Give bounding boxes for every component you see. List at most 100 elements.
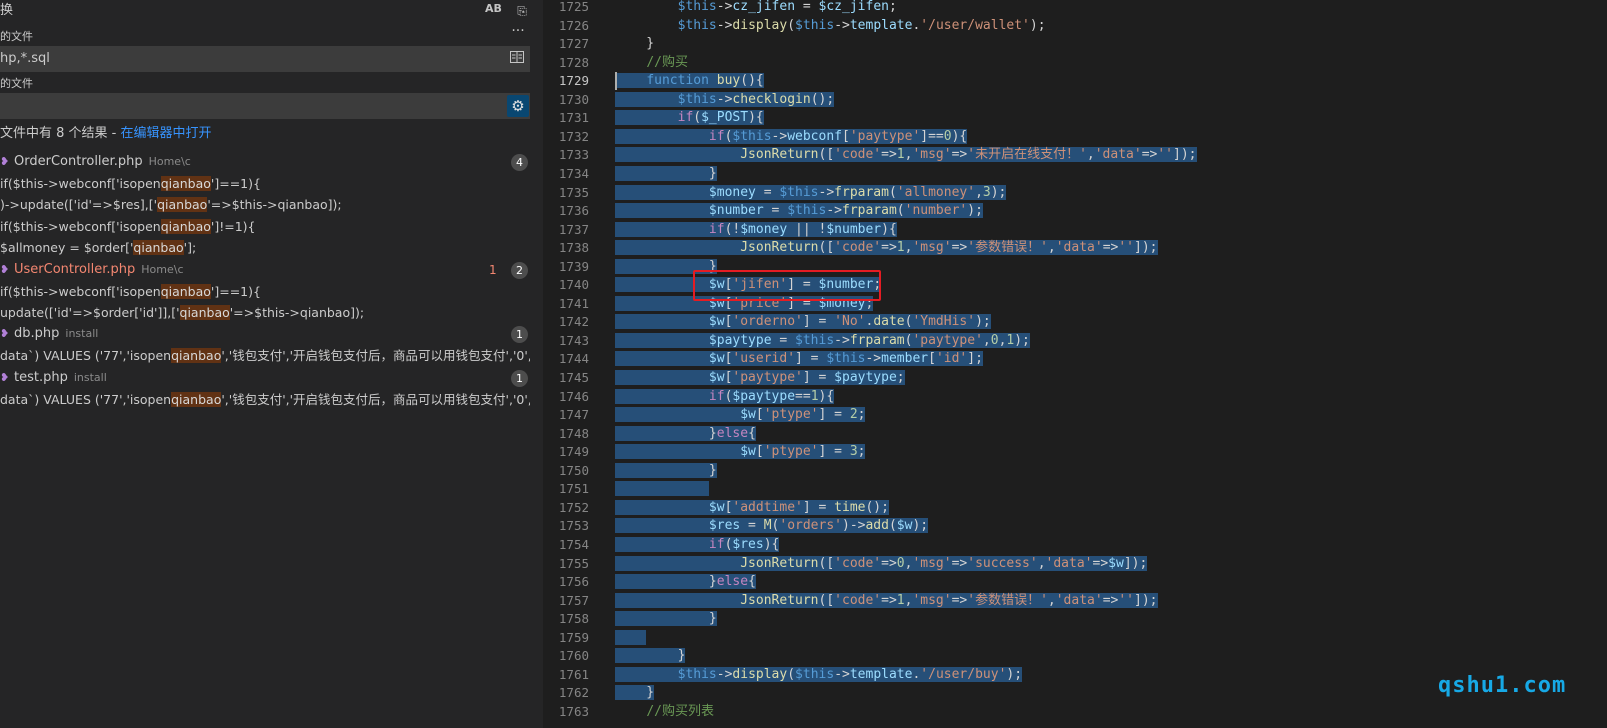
open-editors-only-icon[interactable] — [506, 48, 528, 70]
line-number: 1763 — [558, 703, 589, 719]
line-number: 1735 — [558, 184, 589, 200]
open-in-editor-link[interactable]: 在编辑器中打开 — [121, 126, 212, 141]
include-label: 的文件 — [0, 26, 33, 48]
code-line[interactable]: $res = M('orders')->add($w); — [615, 517, 929, 536]
code-line[interactable]: }else{ — [615, 425, 756, 444]
exclude-label-text: 的文件 — [0, 77, 33, 90]
code-line[interactable]: $w['userid'] = $this->member['id']; — [615, 350, 983, 369]
php-file-icon: ❥ — [0, 155, 10, 168]
code-line[interactable]: }else{ — [615, 573, 756, 592]
watermark: qshu1.com — [1438, 673, 1567, 698]
result-match[interactable]: if($this->webconf['isopenqianbao']==1){ — [0, 281, 530, 302]
result-match[interactable]: if($this->webconf['isopenqianbao']!=1){ — [0, 216, 530, 237]
result-file-name: UserController.php — [14, 261, 136, 277]
line-number: 1732 — [558, 128, 589, 144]
code-line[interactable]: } — [615, 647, 686, 666]
code-line[interactable]: if(!$money || !$number){ — [615, 221, 897, 240]
line-number: 1752 — [558, 499, 589, 515]
match-highlight: qianbao — [133, 240, 184, 256]
replace-label-text: 换 — [0, 3, 14, 18]
match-suffix: '=>$this->qianbao]); — [207, 197, 342, 213]
line-number: 1743 — [558, 332, 589, 348]
code-line[interactable] — [615, 480, 709, 499]
code-line[interactable]: if($this->webconf['paytype']==0){ — [615, 128, 968, 147]
line-number: 1729 — [558, 73, 589, 89]
code-line[interactable]: $this->display($this->template.'/user/wa… — [615, 17, 1046, 36]
line-number: 1748 — [558, 425, 589, 441]
line-number: 1725 — [558, 0, 589, 14]
exclude-label: 的文件 — [0, 73, 33, 95]
code-line[interactable]: if($res){ — [615, 536, 780, 555]
code-line[interactable]: //购买 — [615, 54, 688, 73]
result-file-name: db.php — [14, 326, 60, 342]
line-number: 1738 — [558, 240, 589, 256]
line-number: 1755 — [558, 555, 589, 571]
include-files-input[interactable]: hp,*.sql — [0, 46, 530, 72]
match-count-badge: 1 — [511, 369, 528, 387]
line-number: 1758 — [558, 611, 589, 627]
code-line[interactable]: $w['paytype'] = $paytype; — [615, 369, 905, 388]
code-line[interactable]: } — [615, 165, 717, 184]
code-line[interactable]: JsonReturn(['code'=>1,'msg'=>'参数错误！','da… — [615, 592, 1158, 611]
code-line[interactable]: } — [615, 35, 654, 54]
code-line[interactable]: $w['ptype'] = 3; — [615, 443, 866, 462]
more-icon[interactable]: ··· — [507, 20, 529, 42]
code-line[interactable]: //购买列表 — [615, 703, 714, 722]
settings-gear-icon[interactable]: ⚙ — [507, 95, 529, 117]
match-prefix: if($this->webconf['isopen — [0, 176, 161, 191]
code-line[interactable]: $number = $this->frparam('number'); — [615, 202, 983, 221]
match-highlight: qianbao — [160, 176, 211, 191]
code-line[interactable]: if($_POST){ — [615, 109, 764, 128]
result-match[interactable]: $allmoney = $order['qianbao']; — [0, 237, 530, 258]
code-line[interactable]: JsonReturn(['code'=>1,'msg'=>'未开启在线支付！',… — [615, 146, 1197, 165]
result-file-path: install — [73, 370, 107, 384]
result-match[interactable]: data`) VALUES ('77','isopenqianbao','钱包支… — [0, 389, 530, 410]
code-line[interactable]: $this->cz_jifen = $cz_jifen; — [615, 0, 897, 17]
result-file[interactable]: ❥ db.php install 1 — [0, 323, 530, 345]
match-prefix: if($this->webconf['isopen — [0, 283, 161, 299]
result-match[interactable]: update(['id'=>$order['id']],['qianbao'=>… — [0, 302, 530, 323]
match-prefix: if($this->webconf['isopen — [0, 218, 161, 234]
results-summary: 文件中有 8 个结果 - 在编辑器中打开 — [0, 124, 212, 144]
code-line[interactable]: $w['orderno'] = 'No'.date('YmdHis'); — [615, 313, 991, 332]
code-line[interactable]: } — [615, 684, 655, 703]
replace-all-icon[interactable]: ⎘ — [511, 0, 533, 22]
code-line[interactable]: JsonReturn(['code'=>0,'msg'=>'success','… — [615, 555, 1148, 574]
result-match[interactable]: )->update(['id'=>$res],['qianbao'=>$this… — [0, 194, 530, 215]
result-file[interactable]: ❥ UserController.php Home\c 1 2 — [0, 259, 530, 281]
line-number: 1740 — [558, 277, 589, 293]
result-file-path: Home\c — [141, 262, 184, 276]
code-line[interactable]: if($paytype==1){ — [615, 388, 835, 407]
code-line[interactable]: $this->display($this->template.'/user/bu… — [615, 666, 1023, 685]
result-match[interactable]: if($this->webconf['isopenqianbao']==1){ — [0, 173, 530, 194]
code-line[interactable]: $money = $this->frparam('allmoney',3); — [615, 184, 1007, 203]
code-line[interactable]: $w['addtime'] = time(); — [615, 499, 889, 518]
result-file[interactable]: ❥ OrderController.php Home\c 4 — [0, 151, 530, 173]
match-suffix: ','钱包支付','开启钱包支付后，商品可以用钱包支付','0','1'); — [221, 391, 530, 407]
match-suffix: '=>$this->qianbao]); — [229, 305, 365, 320]
line-number: 1739 — [558, 258, 589, 274]
code-line[interactable]: } — [615, 610, 717, 629]
line-number: 1744 — [558, 351, 589, 367]
match-highlight: qianbao — [179, 305, 230, 320]
code-line[interactable] — [615, 629, 647, 648]
code-line[interactable]: } — [615, 462, 717, 481]
result-match[interactable]: data`) VALUES ('77','isopenqianbao','钱包支… — [0, 345, 530, 366]
line-number: 1753 — [558, 518, 589, 534]
code-editor[interactable]: 1725 1726 1727 1728 1729 1730 1731 1732 1733 1734… — [543, 0, 1607, 728]
code-line[interactable]: $w['ptype'] = 2; — [615, 406, 866, 425]
result-file-path: Home\c — [148, 155, 191, 168]
text-cursor — [615, 72, 617, 90]
line-number: 1754 — [558, 536, 589, 552]
code-line[interactable]: $paytype = $this->frparam('paytype',0,1)… — [615, 332, 1030, 351]
result-file[interactable]: ❥ test.php install 1 — [0, 367, 530, 389]
highlight-box — [693, 270, 881, 301]
code-line[interactable]: function buy(){ — [615, 72, 764, 91]
code-line[interactable]: $this->checklogin(); — [615, 91, 835, 110]
code-line[interactable]: JsonReturn(['code'=>1,'msg'=>'参数错误！','da… — [615, 239, 1158, 258]
exclude-files-input[interactable] — [0, 93, 530, 119]
result-file-name: test.php — [14, 369, 68, 385]
preserve-case-toggle[interactable]: AB — [485, 2, 502, 15]
match-prefix: update(['id'=>$order['id']],[' — [0, 305, 180, 320]
match-highlight: qianbao — [157, 197, 208, 213]
